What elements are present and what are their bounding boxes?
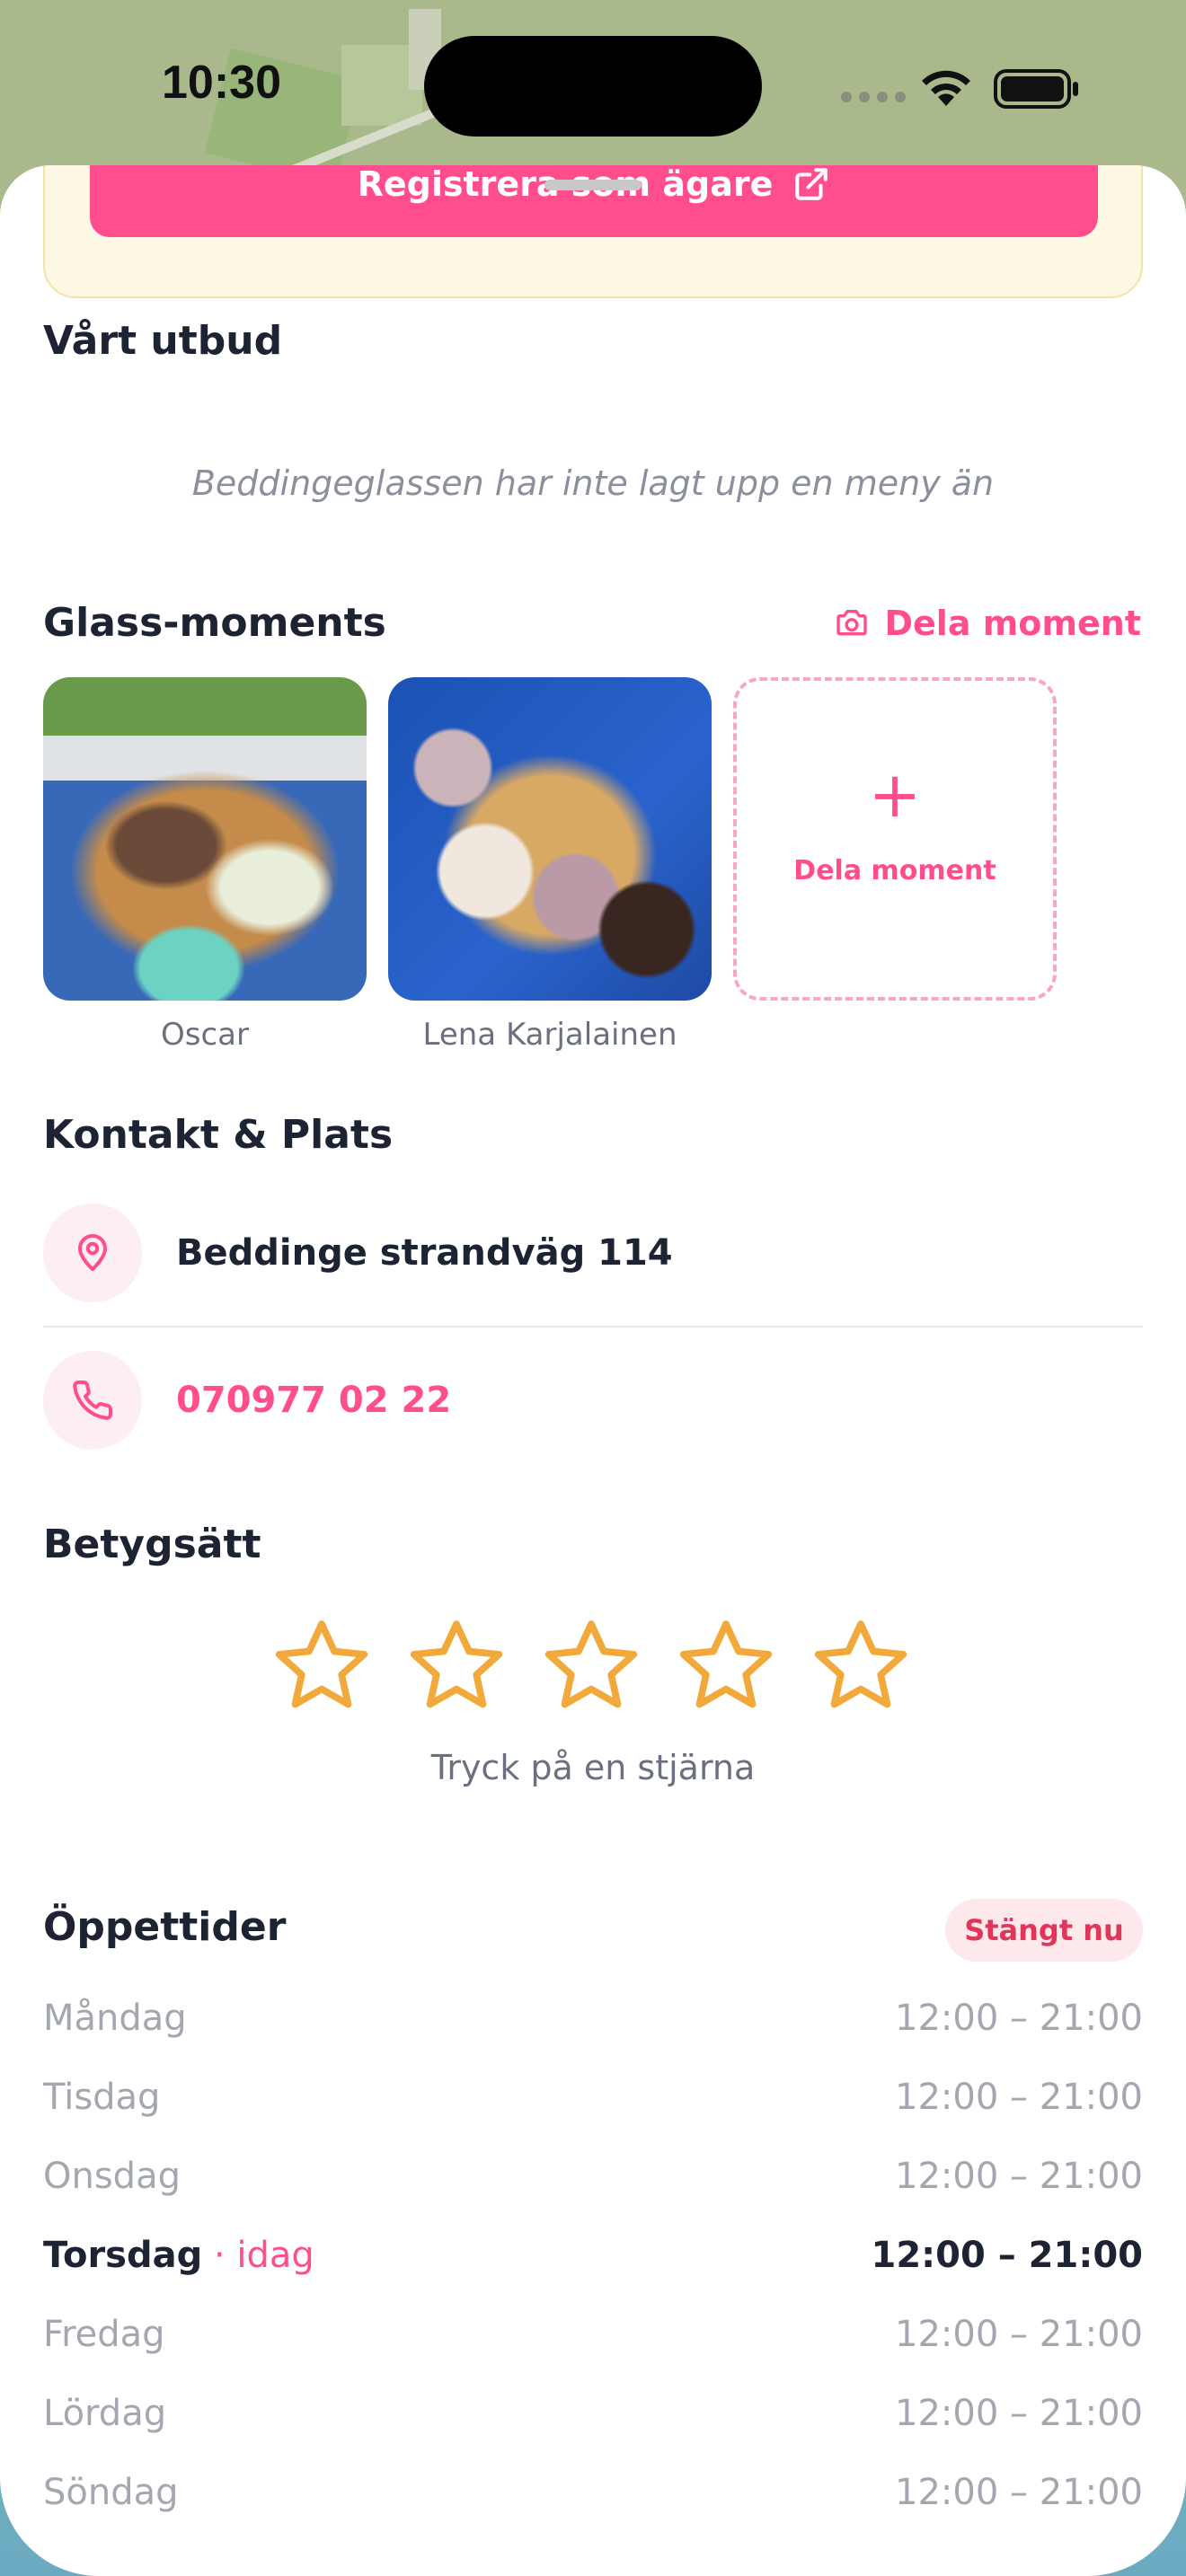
moments-section-title: Glass-moments [43, 600, 386, 646]
star-icon-1[interactable] [270, 1613, 374, 1717]
rating-stars [270, 1613, 916, 1721]
day-label: Lördag [43, 2393, 167, 2434]
hours-value: 12:00 – 21:00 [895, 2077, 1143, 2118]
menu-section-title: Vårt utbud [43, 318, 283, 364]
hours-section-title: Öppettider [43, 1904, 287, 1950]
battery-icon [994, 69, 1078, 109]
rating-section-title: Betygsätt [43, 1522, 261, 1567]
phone-icon [43, 1351, 142, 1450]
day-label: Måndag [43, 1998, 187, 2039]
phone-number: 070977 02 22 [176, 1380, 452, 1421]
hours-value: 12:00 – 21:00 [895, 1998, 1143, 2039]
star-icon-5[interactable] [809, 1613, 913, 1717]
status-time: 10:30 [162, 57, 281, 109]
detail-sheet: Registrera som ägare Vårt utbud Beddinge… [0, 165, 1186, 2576]
status-badge: Stängt nu [945, 1899, 1143, 1962]
hours-row: Onsdag 12:00 – 21:00 [43, 2156, 1143, 2210]
today-tag: · idag [202, 2235, 314, 2276]
hours-row: Fredag 12:00 – 21:00 [43, 2314, 1143, 2368]
address-row[interactable]: Beddinge strandväg 114 [43, 1204, 1143, 1302]
hours-value: 12:00 – 21:00 [895, 2314, 1143, 2355]
hours-value: 12:00 – 21:00 [871, 2235, 1144, 2276]
day-label: Tisdag [43, 2077, 161, 2118]
share-moment-tile-label: Dela moment [793, 855, 996, 887]
hours-row: Söndag 12:00 – 21:00 [43, 2472, 1143, 2526]
moment-photo[interactable] [388, 677, 712, 1001]
moment-author: Lena Karjalainen [422, 1017, 677, 1053]
register-owner-button[interactable]: Registrera som ägare [90, 165, 1098, 237]
share-moment-tile[interactable]: + Dela moment [733, 677, 1057, 1001]
moment-photo[interactable] [43, 677, 367, 1001]
status-icons [836, 65, 1087, 110]
sheet-grabber[interactable] [544, 180, 642, 190]
contact-section-title: Kontakt & Plats [43, 1112, 394, 1158]
moment-author: Oscar [161, 1017, 249, 1053]
divider [43, 1326, 1143, 1328]
star-icon-3[interactable] [539, 1613, 643, 1717]
camera-icon [836, 610, 868, 636]
day-label: Torsdag · idag [43, 2235, 314, 2276]
hours-row: Måndag 12:00 – 21:00 [43, 1998, 1143, 2051]
external-link-icon [795, 168, 828, 200]
hours-row: Lördag 12:00 – 21:00 [43, 2393, 1143, 2447]
map-pin-icon [43, 1204, 142, 1302]
rating-hint: Tryck på en stjärna [430, 1748, 756, 1787]
day-label: Söndag [43, 2472, 179, 2513]
share-moment-link-label: Dela moment [884, 604, 1141, 643]
dynamic-island [424, 36, 762, 137]
hours-row-today: Torsdag · idag 12:00 – 21:00 [43, 2235, 1143, 2289]
star-icon-4[interactable] [674, 1613, 778, 1717]
hours-value: 12:00 – 21:00 [895, 2472, 1143, 2513]
plus-icon: + [868, 758, 922, 832]
hours-value: 12:00 – 21:00 [895, 2393, 1143, 2434]
hours-value: 12:00 – 21:00 [895, 2156, 1143, 2197]
wifi-icon [922, 70, 970, 106]
signal-icon [841, 92, 906, 102]
menu-empty-text: Beddingeglassen har inte lagt upp en men… [191, 463, 995, 503]
day-label: Onsdag [43, 2156, 181, 2197]
day-name: Torsdag [43, 2235, 203, 2276]
day-label: Fredag [43, 2314, 165, 2355]
hours-row: Tisdag 12:00 – 21:00 [43, 2077, 1143, 2130]
share-moment-link[interactable]: Dela moment [834, 604, 1141, 643]
address-text: Beddinge strandväg 114 [176, 1232, 673, 1274]
star-icon-2[interactable] [404, 1613, 509, 1717]
phone-row[interactable]: 070977 02 22 [43, 1351, 1143, 1450]
